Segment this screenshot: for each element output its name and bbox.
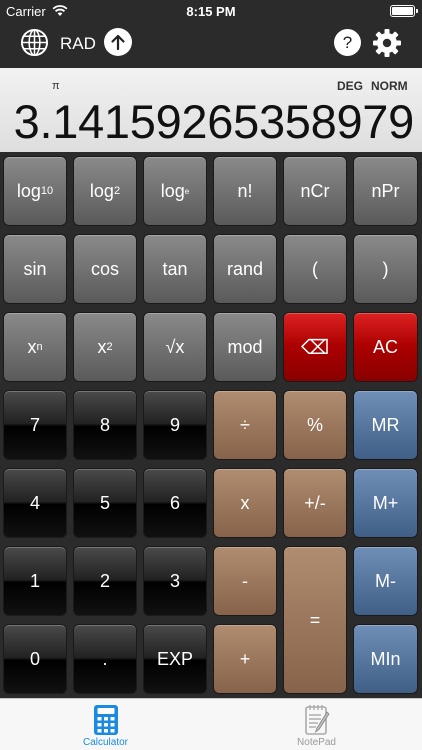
- upload-button[interactable]: [104, 28, 132, 56]
- notation-indicator: NORM: [371, 79, 408, 93]
- log10-key-label: log: [16, 180, 41, 201]
- tab-calculator-label: Calculator: [82, 737, 129, 748]
- display-value: 3.14159265358979: [13, 95, 415, 148]
- digit-5-key[interactable]: 5: [73, 468, 137, 538]
- clock-time: 8:15 PM: [186, 4, 236, 19]
- power-key-label: x: [27, 336, 37, 357]
- digit-8-key[interactable]: 8: [73, 390, 137, 460]
- loge-key[interactable]: log e: [143, 156, 207, 226]
- divide-key[interactable]: ÷: [213, 390, 277, 460]
- log10-key[interactable]: log 10: [3, 156, 67, 226]
- ncr-key[interactable]: nCr: [283, 156, 347, 226]
- square-key[interactable]: x2: [73, 312, 137, 382]
- square-key-label: x: [97, 336, 107, 357]
- digit-2-key[interactable]: 2: [73, 546, 137, 616]
- backspace-key[interactable]: ⌫: [283, 312, 347, 382]
- keypad: log 10 log 2 log e n! nCr nPr sin cos tan r…: [0, 152, 422, 698]
- log2-key-label: log: [89, 180, 114, 201]
- digit-4-key[interactable]: 4: [3, 468, 67, 538]
- gear-icon[interactable]: [372, 28, 402, 58]
- equals-key[interactable]: =: [283, 546, 347, 694]
- memory-minus-key[interactable]: M-: [353, 546, 418, 616]
- angle-mode-toggle[interactable]: RAD: [60, 34, 96, 54]
- exp-key[interactable]: EXP: [143, 624, 207, 694]
- power-key[interactable]: xn: [3, 312, 67, 382]
- battery-level: [392, 7, 413, 15]
- log2-key[interactable]: log 2: [73, 156, 137, 226]
- all-clear-key[interactable]: AC: [353, 312, 418, 382]
- percent-key[interactable]: %: [283, 390, 347, 460]
- digit-9-key[interactable]: 9: [143, 390, 207, 460]
- digit-3-key[interactable]: 3: [143, 546, 207, 616]
- memory-plus-key[interactable]: M+: [353, 468, 418, 538]
- memory-recall-key[interactable]: MR: [353, 390, 418, 460]
- factorial-key[interactable]: n!: [213, 156, 277, 226]
- log10-key-subscript: 10: [40, 185, 54, 197]
- battery-icon: [390, 5, 418, 17]
- tan-key[interactable]: tan: [143, 234, 207, 304]
- tab-notepad-label: NotePad: [297, 737, 336, 748]
- plus-key[interactable]: +: [213, 624, 277, 694]
- digit-1-key[interactable]: 1: [3, 546, 67, 616]
- upload-icon: [111, 34, 125, 51]
- calculator-display: π DEG NORM 3.14159265358979: [0, 68, 422, 152]
- notepad-icon: [305, 705, 330, 735]
- decimal-key[interactable]: .: [73, 624, 137, 694]
- log2-key-subscript: 2: [113, 185, 121, 197]
- sqrt-key[interactable]: √x: [143, 312, 207, 382]
- mod-key[interactable]: mod: [213, 312, 277, 382]
- tab-bar: Calculator NotePad: [0, 698, 422, 750]
- tab-calculator[interactable]: Calculator: [0, 699, 211, 750]
- digit-0-key[interactable]: 0: [3, 624, 67, 694]
- cos-key[interactable]: cos: [73, 234, 137, 304]
- negate-key[interactable]: +/-: [283, 468, 347, 538]
- multiply-key[interactable]: x: [213, 468, 277, 538]
- globe-icon[interactable]: [20, 28, 49, 57]
- loge-key-subscript: e: [184, 186, 190, 196]
- memory-indicator: π: [52, 80, 60, 92]
- minus-key[interactable]: -: [213, 546, 277, 616]
- open-paren-key[interactable]: (: [283, 234, 347, 304]
- help-button[interactable]: ?: [334, 29, 361, 56]
- memory-in-key[interactable]: MIn: [353, 624, 418, 694]
- angle-unit-indicator: DEG: [337, 79, 364, 93]
- calculator-icon: [94, 705, 118, 735]
- npr-key[interactable]: nPr: [353, 156, 418, 226]
- square-key-superscript: 2: [106, 341, 113, 353]
- status-bar: Carrier 8:15 PM: [0, 0, 422, 22]
- digit-6-key[interactable]: 6: [143, 468, 207, 538]
- loge-key-label: log: [160, 180, 185, 201]
- tab-notepad[interactable]: NotePad: [211, 699, 422, 750]
- rand-key[interactable]: rand: [213, 234, 277, 304]
- sin-key[interactable]: sin: [3, 234, 67, 304]
- top-toolbar: RAD ?: [0, 22, 422, 68]
- digit-7-key[interactable]: 7: [3, 390, 67, 460]
- power-key-superscript: n: [36, 341, 43, 353]
- close-paren-key[interactable]: ): [353, 234, 418, 304]
